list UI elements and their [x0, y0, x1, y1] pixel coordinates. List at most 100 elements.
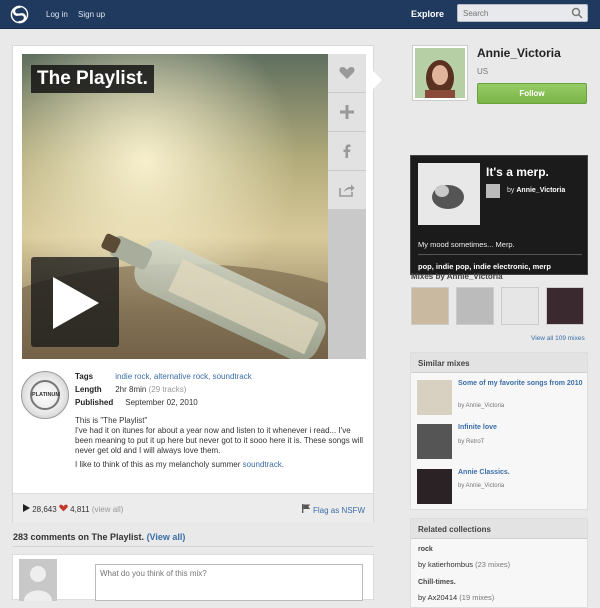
published-label: Published: [75, 398, 114, 407]
featured-mix-user-avatar: [486, 184, 500, 198]
search-box: [457, 4, 588, 22]
signup-link[interactable]: Sign up: [78, 10, 105, 19]
profile-photo: [415, 48, 465, 98]
mix-stats-bar: 28,643 4,811 (view all) Flag as NSFW: [13, 493, 373, 523]
search-input[interactable]: [458, 5, 563, 21]
length-label: Length: [75, 385, 102, 394]
logo-icon[interactable]: [10, 5, 29, 24]
comments-heading: 283 comments on The Playlist. (View all): [13, 532, 185, 542]
related-collections-heading: Related collections: [411, 519, 587, 539]
collection-count: (19 mixes): [459, 593, 495, 602]
plays-icon: [23, 504, 30, 512]
play-icon: [53, 277, 99, 329]
collection-author-link[interactable]: by Ax20414: [418, 593, 457, 602]
heart-icon: [339, 67, 355, 79]
share-icon: [339, 184, 355, 197]
featured-mix-thumbnail: [418, 163, 480, 225]
by-label: by: [507, 187, 515, 194]
similar-mixes-heading: Similar mixes: [411, 353, 587, 373]
featured-mix-tags[interactable]: pop, indie pop, indie electronic, merp: [418, 262, 551, 271]
mix-meta: Tags indie rock, alternative rock, sound…: [75, 370, 252, 409]
collection-name[interactable]: rock: [418, 546, 433, 553]
desc-line-1: This is "The Playlist": [75, 416, 148, 425]
tag-links[interactable]: indie rock, alternative rock, soundtrack: [115, 372, 252, 381]
related-collections-panel: Related collections rock by katierhombus…: [410, 518, 588, 608]
list-item[interactable]: Annie Classics. by Annie_Victoria: [417, 469, 583, 505]
published-date: September 02, 2010: [125, 398, 198, 407]
mix-thumbnail[interactable]: [546, 287, 584, 325]
add-to-collection-button[interactable]: [328, 93, 366, 131]
profile-name[interactable]: Annie_Victoria: [477, 46, 561, 60]
plus-icon: [340, 105, 354, 119]
mix-actions: [328, 54, 366, 359]
desc-line-3: I like to think of this as my melancholy…: [75, 460, 243, 469]
flag-label: Flag as NSFW: [312, 506, 365, 515]
comment-input[interactable]: [95, 564, 363, 601]
list-item[interactable]: Some of my favorite songs from 2010 by A…: [417, 380, 583, 416]
tags-label: Tags: [75, 372, 94, 381]
similar-mix-author[interactable]: by Annie_Victoria: [458, 483, 504, 489]
play-button[interactable]: [31, 257, 119, 347]
view-all-mixes-link[interactable]: View all 109 mixes: [531, 335, 585, 342]
view-all-comments-link[interactable]: (View all): [147, 532, 186, 542]
collection-author-link[interactable]: by katierhombus: [418, 560, 473, 569]
play-count: 28,643: [32, 505, 57, 514]
share-button[interactable]: [328, 171, 366, 209]
featured-mix-artwork: [418, 163, 480, 225]
featured-mix-description: My mood sometimes... Merp.: [418, 240, 515, 249]
similar-mix-author[interactable]: by Annie_Victoria: [458, 403, 504, 409]
similar-mix-title[interactable]: Annie Classics.: [458, 469, 583, 477]
profile-location: US: [477, 67, 489, 76]
platinum-badge: PLATINUM: [21, 371, 69, 419]
mix-thumbnail[interactable]: [411, 287, 449, 325]
follow-button[interactable]: Follow: [477, 83, 587, 104]
like-button[interactable]: [328, 54, 366, 92]
mixes-by-heading: Mixes by Annie_Victoria: [411, 272, 503, 281]
panel-pointer: [372, 70, 382, 90]
divider: [12, 546, 374, 547]
similar-mix-thumbnail: [417, 424, 452, 459]
featured-mix-user-link[interactable]: Annie_Victoria: [516, 187, 565, 194]
facebook-share-button[interactable]: [328, 132, 366, 170]
search-icon[interactable]: [571, 7, 583, 19]
soundtrack-link[interactable]: soundtrack: [243, 460, 282, 469]
track-count: (29 tracks): [148, 385, 187, 394]
facebook-icon: [343, 144, 351, 158]
featured-mix-author: by Annie_Victoria: [507, 187, 565, 194]
profile-avatar[interactable]: [412, 45, 468, 101]
login-link[interactable]: Log in: [46, 10, 68, 19]
desc-line-2: I've had it on itunes for about a year n…: [75, 426, 364, 455]
similar-mix-title[interactable]: Some of my favorite songs from 2010: [458, 380, 583, 388]
flag-icon: [301, 504, 310, 513]
similar-mix-thumbnail: [417, 469, 452, 504]
similar-mixes-panel: Similar mixes Some of my favorite songs …: [410, 352, 588, 510]
comment-form: [12, 554, 374, 601]
view-all-likes-link[interactable]: (view all): [92, 505, 124, 514]
badge-label: PLATINUM: [31, 392, 60, 398]
collection-count: (23 mixes): [475, 560, 511, 569]
likes-heart-icon: [59, 504, 68, 512]
top-bar: Log in Sign up Explore: [0, 0, 600, 29]
list-item[interactable]: Infinite love by RetroT: [417, 424, 583, 460]
comments-count: 283 comments on The Playlist.: [13, 532, 145, 542]
similar-mix-author[interactable]: by RetroT: [458, 439, 484, 445]
mix-description: This is "The Playlist" I've had it on itu…: [75, 416, 364, 469]
featured-mix-card[interactable]: It's a merp. by Annie_Victoria My mood s…: [410, 155, 588, 275]
collection-name[interactable]: Chill-times.: [418, 579, 456, 586]
collection-author: by Ax20414 (19 mixes): [418, 593, 494, 602]
default-avatar-icon: [24, 566, 52, 601]
flag-nsfw[interactable]: Flag as NSFW: [301, 504, 365, 515]
mix-stats: 28,643 4,811 (view all): [23, 504, 123, 514]
mix-panel: The Playlist. PLATINUM Tags indie rock, …: [12, 45, 374, 523]
mix-thumbnail[interactable]: [501, 287, 539, 325]
featured-mix-title[interactable]: It's a merp.: [486, 165, 549, 179]
collection-author: by katierhombus (23 mixes): [418, 560, 510, 569]
length-value: 2hr 8min: [115, 385, 147, 394]
explore-link[interactable]: Explore: [411, 9, 444, 19]
card-divider: [418, 254, 582, 255]
avatar: [19, 559, 57, 601]
mix-thumbnail[interactable]: [456, 287, 494, 325]
like-count: 4,811: [70, 505, 90, 514]
similar-mix-title[interactable]: Infinite love: [458, 424, 583, 432]
similar-mix-thumbnail: [417, 380, 452, 415]
